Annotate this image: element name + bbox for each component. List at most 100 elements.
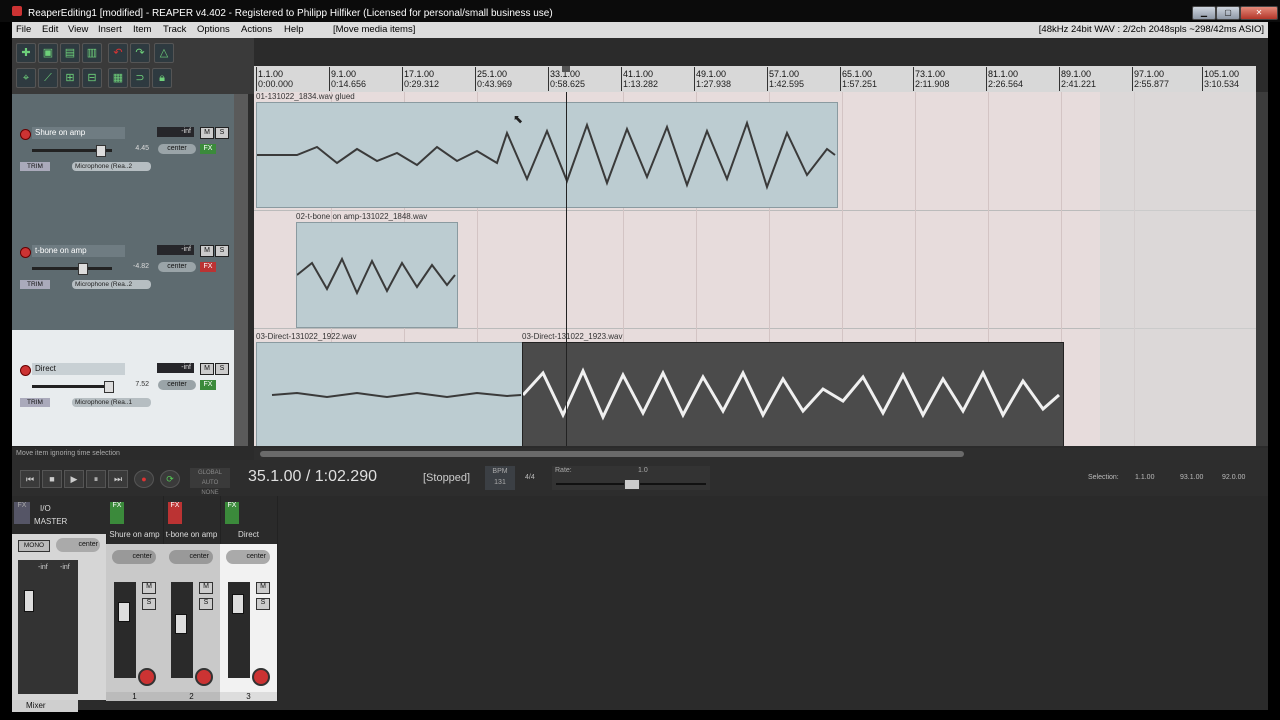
strip-record-arm-button[interactable]	[195, 668, 213, 686]
arrange-view[interactable]: 01-131022_1834.wav glued 02-t-bone on am…	[254, 92, 1256, 446]
record-arm-button[interactable]	[20, 247, 31, 258]
media-item[interactable]	[256, 342, 524, 446]
strip-pan-knob[interactable]: center	[112, 550, 156, 564]
strip-fader-track[interactable]	[114, 582, 136, 678]
menu-track[interactable]: Track	[163, 24, 186, 35]
menu-options[interactable]: Options	[197, 24, 230, 35]
pause-button[interactable]: ⏸	[86, 470, 106, 488]
media-item[interactable]	[256, 102, 838, 208]
solo-button[interactable]: S	[215, 245, 229, 257]
volume-fader[interactable]	[32, 267, 112, 270]
record-arm-button[interactable]	[20, 129, 31, 140]
selection-start[interactable]: 1.1.00	[1135, 474, 1154, 481]
pan-knob[interactable]: center	[158, 144, 196, 154]
go-to-start-button[interactable]: ⏮	[20, 470, 40, 488]
timeline-ruler[interactable]: 1.1.00 0:00.000 9.1.00 0:14.656 17.1.00 0:2…	[254, 66, 1256, 92]
strip-fader-knob[interactable]	[232, 594, 244, 614]
audio-status[interactable]: [48kHz 24bit WAV : 2/2ch 2048spls ~298/4…	[1039, 24, 1264, 35]
pan-knob[interactable]: center	[158, 380, 196, 390]
track-panel-scrollbar[interactable]	[234, 94, 248, 446]
edit-cursor[interactable]	[566, 92, 567, 446]
strip-record-arm-button[interactable]	[252, 668, 270, 686]
volume-fader[interactable]	[32, 385, 112, 388]
pan-knob[interactable]: center	[158, 262, 196, 272]
media-item[interactable]	[296, 222, 458, 328]
mono-button[interactable]: MONO	[18, 540, 50, 552]
track-name[interactable]: t-bone on amp	[32, 245, 125, 257]
input-select[interactable]: Microphone (Rea..2	[72, 280, 151, 289]
mixer-tab[interactable]: Mixer	[12, 700, 78, 712]
redo-icon[interactable]: ↷	[130, 43, 150, 63]
ripple-edit-icon[interactable]: ⟋	[38, 68, 58, 88]
trim-button[interactable]: TRIM	[20, 398, 50, 407]
menu-file[interactable]: File	[16, 24, 31, 35]
master-io-button[interactable]: I/O	[40, 504, 51, 513]
scrollbar-thumb[interactable]	[260, 451, 964, 457]
media-item-selected[interactable]	[522, 342, 1064, 446]
trim-button[interactable]: TRIM	[20, 280, 50, 289]
time-signature[interactable]: 4/4	[525, 474, 535, 481]
solo-button[interactable]: S	[215, 363, 229, 375]
time-position-display[interactable]: 35.1.00 / 1:02.290	[248, 468, 377, 486]
selection-length[interactable]: 92.0.00	[1222, 474, 1245, 481]
playhead-marker[interactable]	[562, 66, 570, 72]
track-name[interactable]: Shure on amp	[32, 127, 125, 139]
strip-fader-knob[interactable]	[175, 614, 187, 634]
solo-button[interactable]: S	[215, 127, 229, 139]
strip-pan-knob[interactable]: center	[226, 550, 270, 564]
fx-button[interactable]: FX	[200, 262, 216, 272]
undo-icon[interactable]: ↶	[108, 43, 128, 63]
strip-pan-knob[interactable]: center	[169, 550, 213, 564]
save-project-icon[interactable]: ▤	[60, 43, 80, 63]
trim-button[interactable]: TRIM	[20, 162, 50, 171]
mute-button[interactable]: M	[200, 127, 214, 139]
metronome-icon[interactable]: △	[154, 43, 174, 63]
volume-fader-knob[interactable]	[96, 145, 106, 157]
open-project-icon[interactable]: ▣	[38, 43, 58, 63]
close-button[interactable]: ✕	[1240, 6, 1278, 20]
envelope-lock-icon[interactable]: ⊟	[82, 68, 102, 88]
lock-icon[interactable]: 🔒︎	[152, 68, 172, 88]
go-to-end-button[interactable]: ⏭	[108, 470, 128, 488]
project-settings-icon[interactable]: ▥	[82, 43, 102, 63]
volume-fader-knob[interactable]	[78, 263, 88, 275]
master-fx-button[interactable]: FX	[14, 502, 30, 524]
track-header[interactable]: t-bone on amp -inf M S -4.82 center FX T…	[12, 212, 244, 331]
track-header[interactable]: Shure on amp -inf M S 4.45 center FX TRI…	[12, 94, 244, 213]
master-fader-knob[interactable]	[24, 590, 34, 612]
input-select[interactable]: Microphone (Rea..2	[72, 162, 151, 171]
volume-fader-knob[interactable]	[104, 381, 114, 393]
arrange-horizontal-scrollbar[interactable]	[254, 448, 1268, 460]
strip-mute-button[interactable]: M	[142, 582, 156, 594]
grid-icon[interactable]: ▦	[108, 68, 128, 88]
strip-fader-knob[interactable]	[118, 602, 130, 622]
mute-button[interactable]: M	[200, 363, 214, 375]
global-automation-button[interactable]: GLOBAL AUTO NONE	[190, 468, 230, 496]
menu-insert[interactable]: Insert	[98, 24, 122, 35]
fx-button[interactable]: FX	[200, 380, 216, 390]
master-pan-knob[interactable]: center	[56, 538, 100, 552]
stop-button[interactable]: ■	[42, 470, 62, 488]
tempo-display[interactable]: BPM 131	[485, 466, 515, 490]
minimize-button[interactable]: ▁	[1192, 6, 1216, 20]
input-select[interactable]: Microphone (Rea..1	[72, 398, 151, 407]
track-name[interactable]: Direct	[32, 363, 125, 375]
fx-button[interactable]: FX	[200, 144, 216, 154]
play-button[interactable]: ▶	[64, 470, 84, 488]
repeat-button[interactable]: ⟳	[160, 470, 180, 488]
menu-help[interactable]: Help	[284, 24, 304, 35]
selection-end[interactable]: 93.1.00	[1180, 474, 1203, 481]
strip-mute-button[interactable]: M	[199, 582, 213, 594]
track-header[interactable]: Direct -inf M S 7.52 center FX TRIM Micr…	[12, 330, 244, 447]
rate-slider-knob[interactable]	[624, 479, 640, 490]
strip-solo-button[interactable]: S	[142, 598, 156, 610]
menu-view[interactable]: View	[68, 24, 88, 35]
menu-edit[interactable]: Edit	[42, 24, 58, 35]
new-project-icon[interactable]: ✚	[16, 43, 36, 63]
strip-mute-button[interactable]: M	[256, 582, 270, 594]
grid-snap-icon[interactable]: ⌖	[16, 68, 36, 88]
arrange-vertical-scrollbar[interactable]	[1256, 92, 1268, 446]
loop-icon[interactable]: ⊃	[130, 68, 150, 88]
record-button[interactable]: ●	[134, 470, 154, 488]
strip-record-arm-button[interactable]	[138, 668, 156, 686]
